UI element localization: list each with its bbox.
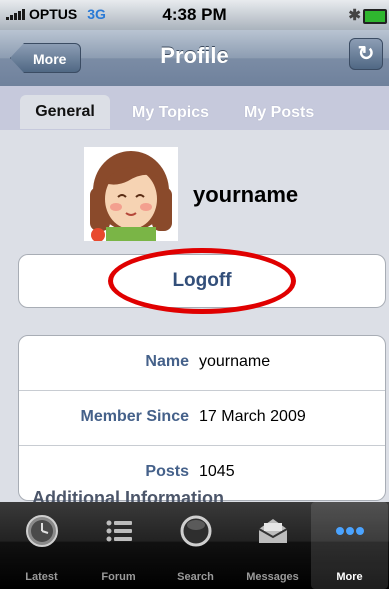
logoff-label: Logoff bbox=[172, 270, 232, 291]
battery-icon bbox=[363, 9, 387, 24]
refresh-button[interactable]: ↻ bbox=[349, 38, 383, 70]
tabbar-item-more[interactable]: More bbox=[311, 502, 388, 589]
profile-content: yourname Logoff Name yourname Member Sin… bbox=[0, 130, 389, 502]
section-header: Additional Information bbox=[32, 488, 224, 502]
table-row: Member Since 17 March 2009 bbox=[19, 391, 385, 446]
tabbar-label: More bbox=[336, 571, 363, 583]
detail-value: 1045 bbox=[199, 463, 235, 480]
tab-my-posts[interactable]: My Posts bbox=[244, 96, 314, 130]
detail-value: 17 March 2009 bbox=[199, 408, 306, 425]
detail-key: Member Since bbox=[80, 408, 189, 425]
profile-username: yourname bbox=[193, 182, 299, 207]
refresh-icon: ↻ bbox=[357, 43, 375, 65]
detail-value: yourname bbox=[199, 353, 271, 370]
profile-details-table: Name yourname Member Since 17 March 2009… bbox=[18, 335, 386, 501]
search-icon bbox=[180, 515, 211, 547]
tabbar-label: Messages bbox=[246, 571, 299, 583]
tabbar-item-forum[interactable]: Forum bbox=[80, 502, 157, 589]
tabbar-label: Search bbox=[177, 571, 214, 583]
bluetooth-icon: ✱ bbox=[348, 7, 361, 24]
tab-general[interactable]: General bbox=[20, 95, 110, 129]
avatar-illustration bbox=[84, 147, 178, 241]
logoff-button[interactable]: Logoff bbox=[18, 254, 386, 308]
tabbar-item-messages[interactable]: Messages bbox=[234, 502, 311, 589]
nav-bar: More Profile ↻ bbox=[0, 30, 389, 87]
page-title: Profile bbox=[160, 43, 229, 68]
tabbar-item-latest[interactable]: Latest bbox=[3, 502, 80, 589]
table-row: Name yourname bbox=[19, 336, 385, 391]
detail-key: Name bbox=[145, 353, 189, 370]
tabbar-label: Latest bbox=[25, 571, 58, 583]
detail-key: Posts bbox=[145, 463, 189, 480]
tabbar-item-search[interactable]: Search bbox=[157, 502, 234, 589]
envelope-icon bbox=[258, 519, 287, 543]
tab-bar: Latest Forum Search Messages More bbox=[0, 502, 389, 589]
tab-my-topics[interactable]: My Topics bbox=[132, 96, 209, 130]
tabbar-label: Forum bbox=[101, 571, 136, 583]
more-icon bbox=[335, 527, 364, 535]
avatar bbox=[84, 147, 178, 241]
list-icon bbox=[106, 520, 132, 542]
status-time: 4:38 PM bbox=[162, 5, 227, 24]
profile-tabs: General My Topics My Posts bbox=[0, 86, 389, 130]
status-bar: OPTUS 3G 4:38 PM ✱ bbox=[0, 0, 389, 30]
clock-icon bbox=[25, 515, 58, 547]
